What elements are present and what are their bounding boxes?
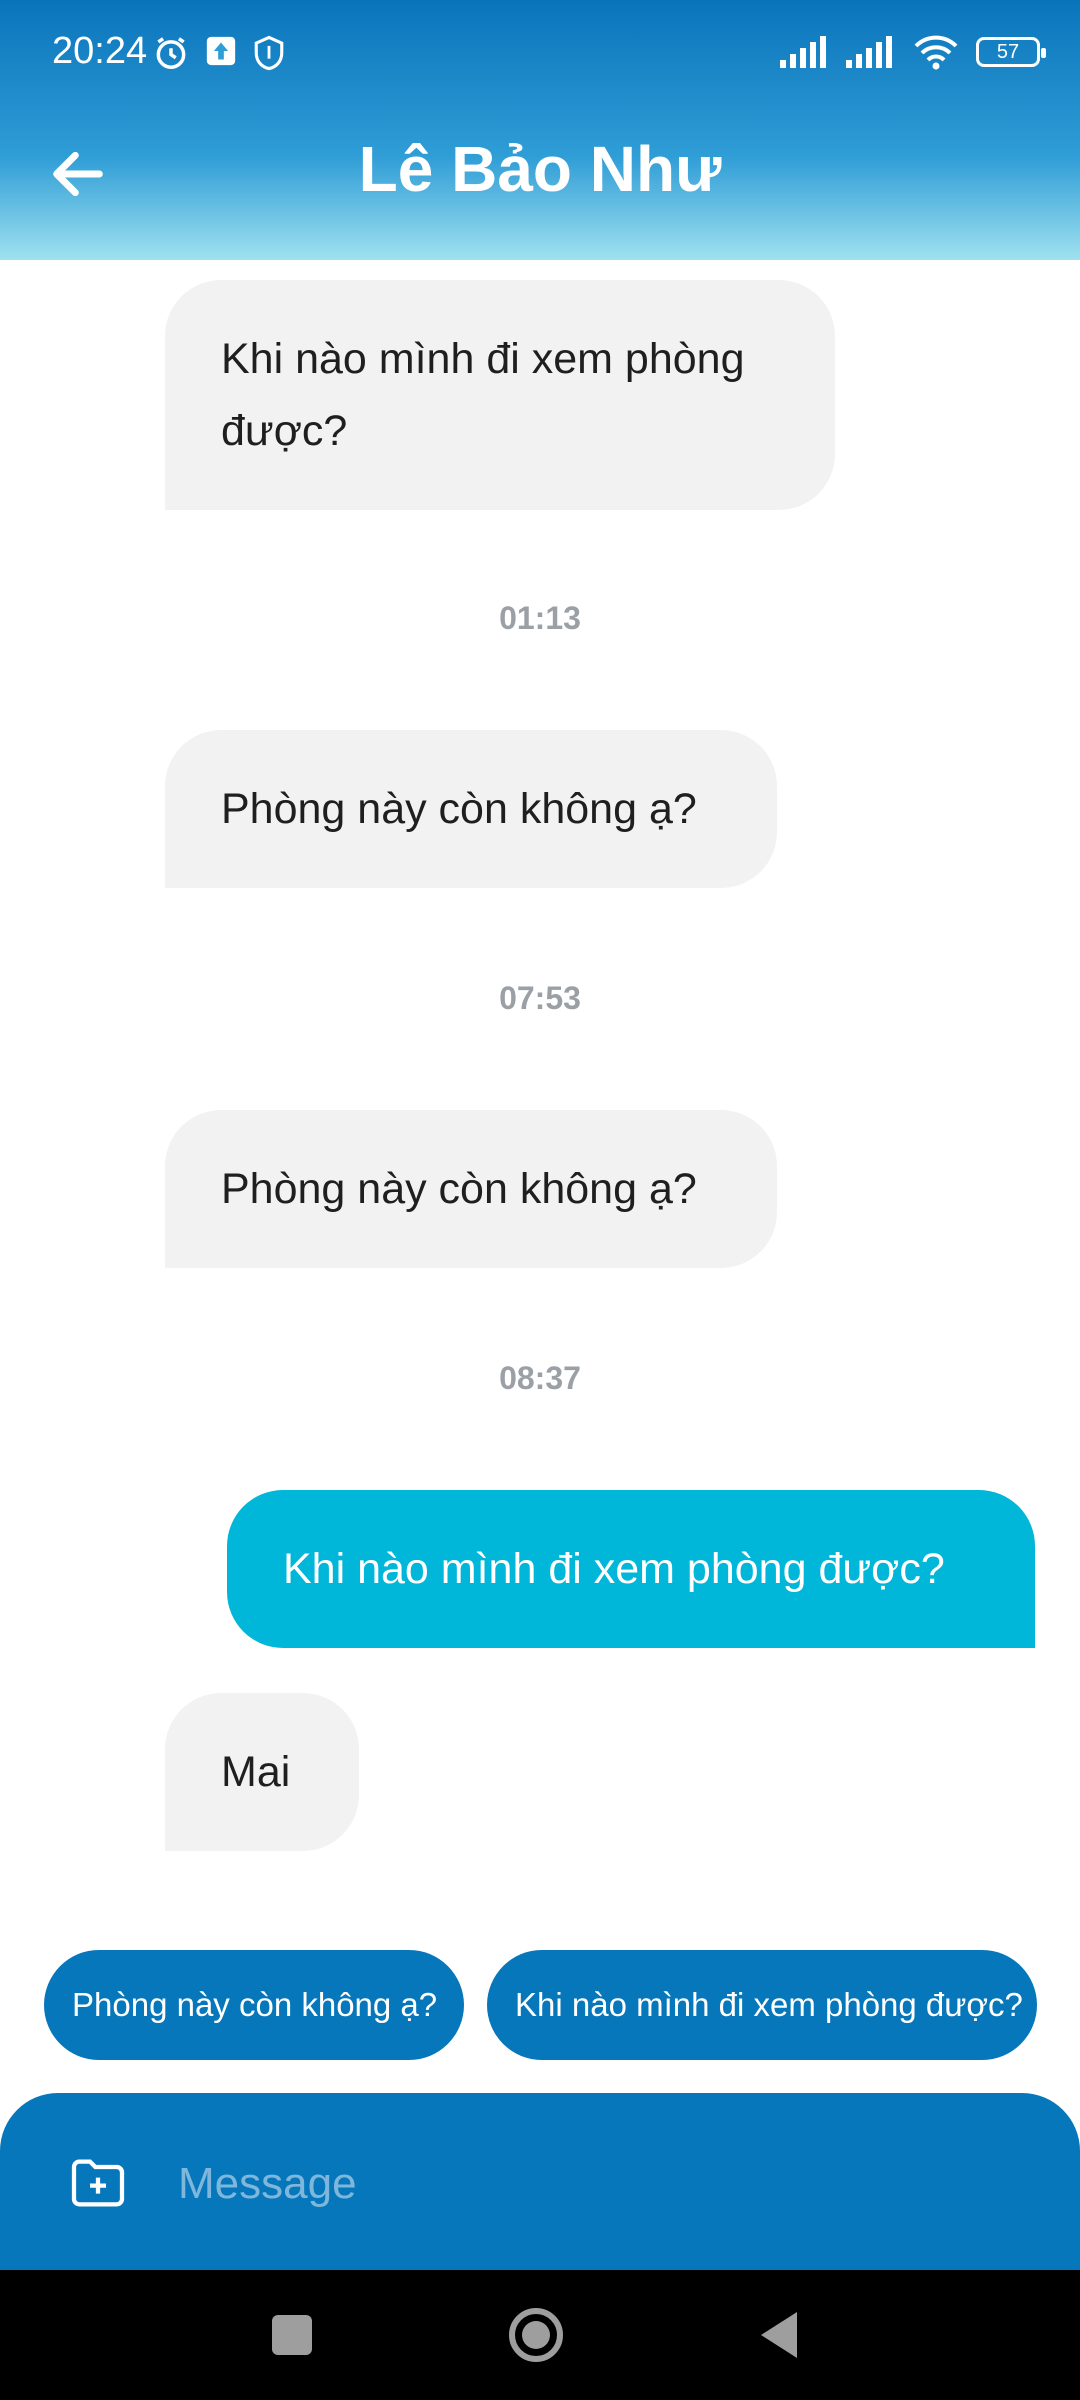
battery-level: 57 xyxy=(996,40,1020,63)
message-bubble-incoming[interactable]: Khi nào mình đi xem phòng được? xyxy=(165,280,835,510)
system-nav-bar xyxy=(0,2270,1080,2400)
home-button[interactable] xyxy=(501,2300,571,2370)
signal-icon xyxy=(846,36,896,68)
message-list[interactable]: Khi nào mình đi xem phòng được? 01:13 Ph… xyxy=(0,260,1080,1920)
message-timestamp: 01:13 xyxy=(499,600,581,636)
message-text: Phòng này còn không ạ? xyxy=(221,1165,697,1213)
message-bubble-incoming[interactable]: Mai xyxy=(165,1693,359,1851)
app-header: 20:24 57 Lê Bảo Như xyxy=(0,0,1080,260)
message-input[interactable] xyxy=(176,2143,1000,2225)
message-text: Mai xyxy=(221,1748,291,1796)
quick-reply-bar: Phòng này còn không ạ? Khi nào mình đi x… xyxy=(0,1950,1080,2062)
quick-reply-chip[interactable]: Phòng này còn không ạ? xyxy=(44,1950,464,2060)
chat-title: Lê Bảo Như xyxy=(358,133,722,205)
status-icons-left xyxy=(152,34,286,72)
recents-button[interactable] xyxy=(257,2300,327,2370)
quick-reply-label: Phòng này còn không ạ? xyxy=(72,1986,438,2023)
message-timestamp: 08:37 xyxy=(499,1360,581,1396)
circle-icon xyxy=(509,2308,563,2362)
message-timestamp: 07:53 xyxy=(499,980,581,1016)
shield-icon xyxy=(252,34,286,72)
square-icon xyxy=(272,2315,312,2355)
message-bubble-outgoing[interactable]: Khi nào mình đi xem phòng được? xyxy=(227,1490,1035,1648)
attach-button[interactable] xyxy=(66,2151,130,2215)
alarm-icon xyxy=(152,34,190,72)
folder-plus-icon xyxy=(71,2159,125,2207)
triangle-back-icon xyxy=(761,2312,797,2358)
message-text: Khi nào mình đi xem phòng được? xyxy=(221,335,745,455)
wifi-icon xyxy=(912,34,960,70)
status-icons-right: 57 xyxy=(780,34,1046,70)
status-time: 20:24 xyxy=(52,30,148,72)
signal-icon xyxy=(780,36,830,68)
status-bar: 20:24 57 xyxy=(0,0,1080,110)
message-text: Phòng này còn không ạ? xyxy=(221,785,697,833)
message-text: Khi nào mình đi xem phòng được? xyxy=(283,1545,945,1593)
message-composer xyxy=(0,2093,1080,2270)
battery-icon: 57 xyxy=(976,37,1046,67)
upload-icon xyxy=(204,34,238,72)
quick-reply-label: Khi nào mình đi xem phòng được? xyxy=(515,1986,1023,2023)
back-nav-button[interactable] xyxy=(745,2300,815,2370)
quick-reply-chip[interactable]: Khi nào mình đi xem phòng được? xyxy=(487,1950,1037,2060)
message-bubble-incoming[interactable]: Phòng này còn không ạ? xyxy=(165,1110,777,1268)
message-bubble-incoming[interactable]: Phòng này còn không ạ? xyxy=(165,730,777,888)
